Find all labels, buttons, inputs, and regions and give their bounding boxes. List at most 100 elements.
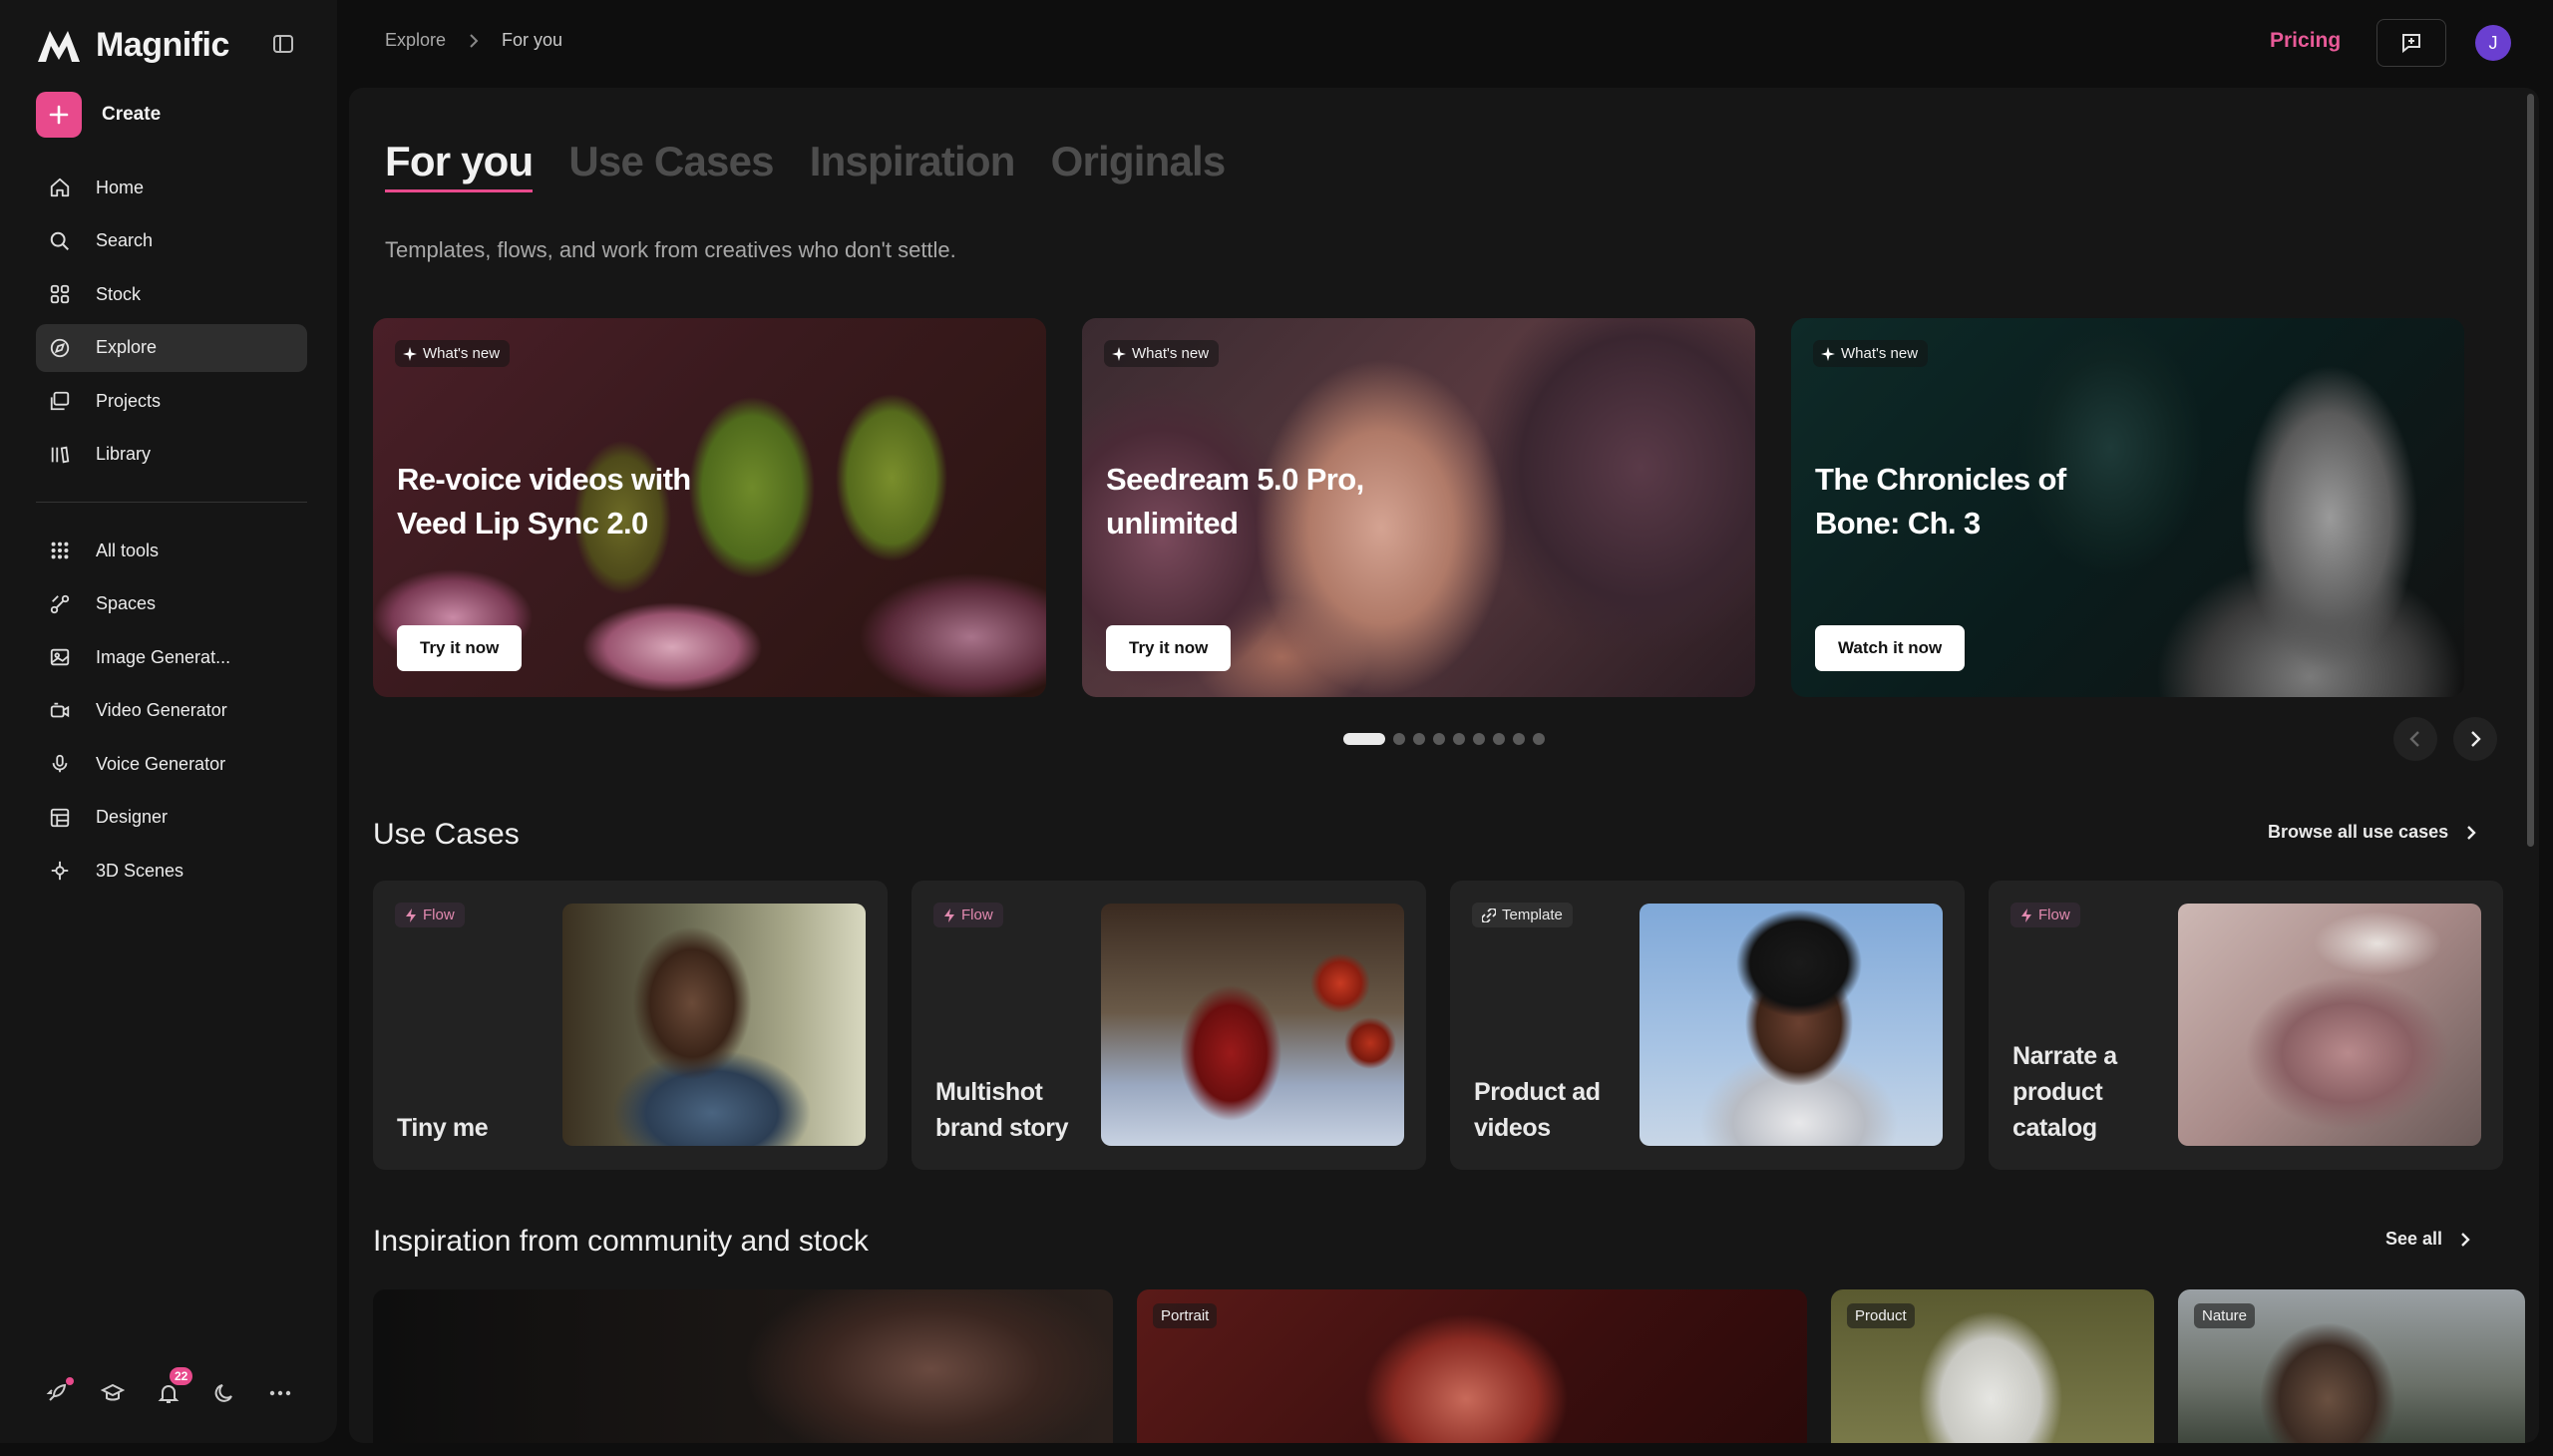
whats-new-button[interactable] <box>44 1377 74 1406</box>
try-it-now-button[interactable]: Try it now <box>397 625 523 671</box>
avatar[interactable]: J <box>2475 25 2511 61</box>
chevron-right-icon <box>2467 825 2476 840</box>
sidebar-item-all-tools[interactable]: All tools <box>36 527 307 574</box>
carousel-dot[interactable] <box>1393 733 1405 745</box>
sidebar-item-stock[interactable]: Stock <box>36 270 307 318</box>
sidebar-item-label: All tools <box>96 540 160 560</box>
tab-for-you[interactable]: For you <box>385 138 534 192</box>
graduation-cap-icon <box>101 1383 125 1401</box>
sidebar-divider <box>36 502 307 503</box>
sidebar-item-label: Voice Generator <box>96 753 226 774</box>
badge-label: What's new <box>1841 345 1919 362</box>
sidebar-item-label: Explore <box>96 337 158 357</box>
learn-button[interactable] <box>100 1380 126 1406</box>
use-case-card[interactable]: Template Product ad videos <box>1450 881 1965 1170</box>
browse-all-use-cases-link[interactable]: Browse all use cases <box>2268 822 2476 843</box>
badge-label: What's new <box>1132 345 1210 362</box>
sidebar-item-3d-scenes[interactable]: 3D Scenes <box>36 847 307 895</box>
sidebar-item-projects[interactable]: Projects <box>36 377 307 425</box>
use-case-image-athlete <box>1640 904 1943 1146</box>
notifications-button[interactable]: 22 <box>156 1367 193 1406</box>
see-all-link[interactable]: See all <box>2385 1229 2470 1250</box>
more-button[interactable] <box>267 1380 293 1406</box>
tab-inspiration[interactable]: Inspiration <box>810 138 1016 192</box>
hero-card[interactable]: What's new Re-voice videos with Veed Lip… <box>373 318 1046 697</box>
hero-card[interactable]: What's new The Chronicles of Bone: Ch. 3… <box>1791 318 2464 697</box>
carousel-dot[interactable] <box>1533 733 1545 745</box>
sidebar-item-label: Search <box>96 230 154 250</box>
magnific-logo-icon <box>38 30 80 62</box>
tools-nav: All tools Spaces Image Generat... Video … <box>36 527 307 901</box>
carousel-dot[interactable] <box>1513 733 1525 745</box>
inspiration-card[interactable]: Product <box>1831 1289 2154 1443</box>
brand-name: Magnific <box>96 26 229 64</box>
share-feedback-button[interactable] <box>2376 19 2446 67</box>
hero-card[interactable]: What's new Seedream 5.0 Pro, unlimited T… <box>1082 318 1755 697</box>
chevron-left-icon <box>2409 731 2419 747</box>
tab-originals[interactable]: Originals <box>1051 138 1227 192</box>
sidebar-item-video-generator[interactable]: Video Generator <box>36 687 307 735</box>
carousel-dot[interactable] <box>1413 733 1425 745</box>
lightning-icon <box>944 908 954 922</box>
category-tag: Nature <box>2194 1303 2256 1328</box>
sidebar-item-image-generator[interactable]: Image Generat... <box>36 633 307 681</box>
create-button[interactable]: Create <box>36 92 161 138</box>
sidebar-footer: 22 <box>44 1367 293 1406</box>
carousel-dot[interactable] <box>1433 733 1445 745</box>
grid-icon <box>48 282 72 306</box>
carousel-next-button[interactable] <box>2453 717 2497 761</box>
sidebar-item-search[interactable]: Search <box>36 217 307 265</box>
chevron-right-icon <box>470 33 479 48</box>
carousel-dot[interactable] <box>1473 733 1485 745</box>
use-case-title: Narrate a product catalog <box>2012 1042 2117 1142</box>
brand-logo[interactable]: Magnific <box>36 26 229 65</box>
chevron-right-icon <box>2471 731 2481 747</box>
watch-it-now-button[interactable]: Watch it now <box>1815 625 1966 671</box>
sidebar-item-label: 3D Scenes <box>96 860 184 881</box>
carousel-dot[interactable] <box>1453 733 1465 745</box>
sidebar-item-explore[interactable]: Explore <box>36 323 307 372</box>
chevron-right-icon <box>2461 1232 2470 1247</box>
sidebar-item-label: Image Generat... <box>96 646 231 667</box>
carousel-prev-button[interactable] <box>2393 717 2437 761</box>
sidebar-item-spaces[interactable]: Spaces <box>36 580 307 628</box>
use-case-image-sneaker <box>2178 904 2481 1146</box>
plus-icon <box>36 92 82 138</box>
tab-use-cases[interactable]: Use Cases <box>568 138 774 192</box>
inspiration-card[interactable]: Portrait <box>1137 1289 1807 1443</box>
template-badge: Template <box>1472 903 1573 927</box>
breadcrumb-explore[interactable]: Explore <box>385 30 446 51</box>
inspiration-card[interactable]: Nature <box>2178 1289 2525 1443</box>
hero-title: Re-voice videos with Veed Lip Sync 2.0 <box>397 462 691 541</box>
video-icon <box>48 699 72 723</box>
use-case-card[interactable]: Flow Tiny me <box>373 881 888 1170</box>
badge-label: Flow <box>423 907 455 923</box>
sidebar-item-voice-generator[interactable]: Voice Generator <box>36 740 307 788</box>
try-it-now-button[interactable]: Try it now <box>1106 625 1232 671</box>
use-case-image-subway <box>562 904 866 1146</box>
sidebar-item-library[interactable]: Library <box>36 431 307 479</box>
rocket-icon <box>46 1383 67 1401</box>
carousel-dot[interactable] <box>1493 733 1505 745</box>
image-icon <box>48 645 72 669</box>
sparkle-icon <box>1112 346 1126 361</box>
use-case-card[interactable]: Flow Narrate a product catalog <box>1989 881 2503 1170</box>
sidebar-item-designer[interactable]: Designer <box>36 794 307 842</box>
spaces-icon <box>48 592 72 616</box>
link-icon <box>1482 908 1496 922</box>
theme-toggle-button[interactable] <box>211 1380 237 1406</box>
lightning-icon <box>2021 908 2031 922</box>
inspiration-card[interactable] <box>373 1289 1113 1443</box>
cube-icon <box>48 859 72 883</box>
pricing-link[interactable]: Pricing <box>2270 29 2341 53</box>
sidebar-item-home[interactable]: Home <box>36 164 307 211</box>
primary-nav: Home Search Stock Explore Projects Libra… <box>36 164 307 484</box>
message-plus-icon <box>2402 34 2420 54</box>
collapse-sidebar-button[interactable] <box>271 32 297 58</box>
carousel-dot[interactable] <box>1343 733 1385 745</box>
lightning-icon <box>406 908 416 922</box>
use-case-card[interactable]: Flow Multishot brand story <box>912 881 1426 1170</box>
explore-icon <box>48 336 72 360</box>
designer-icon <box>48 806 72 830</box>
main-scrollbar[interactable] <box>2527 94 2534 847</box>
